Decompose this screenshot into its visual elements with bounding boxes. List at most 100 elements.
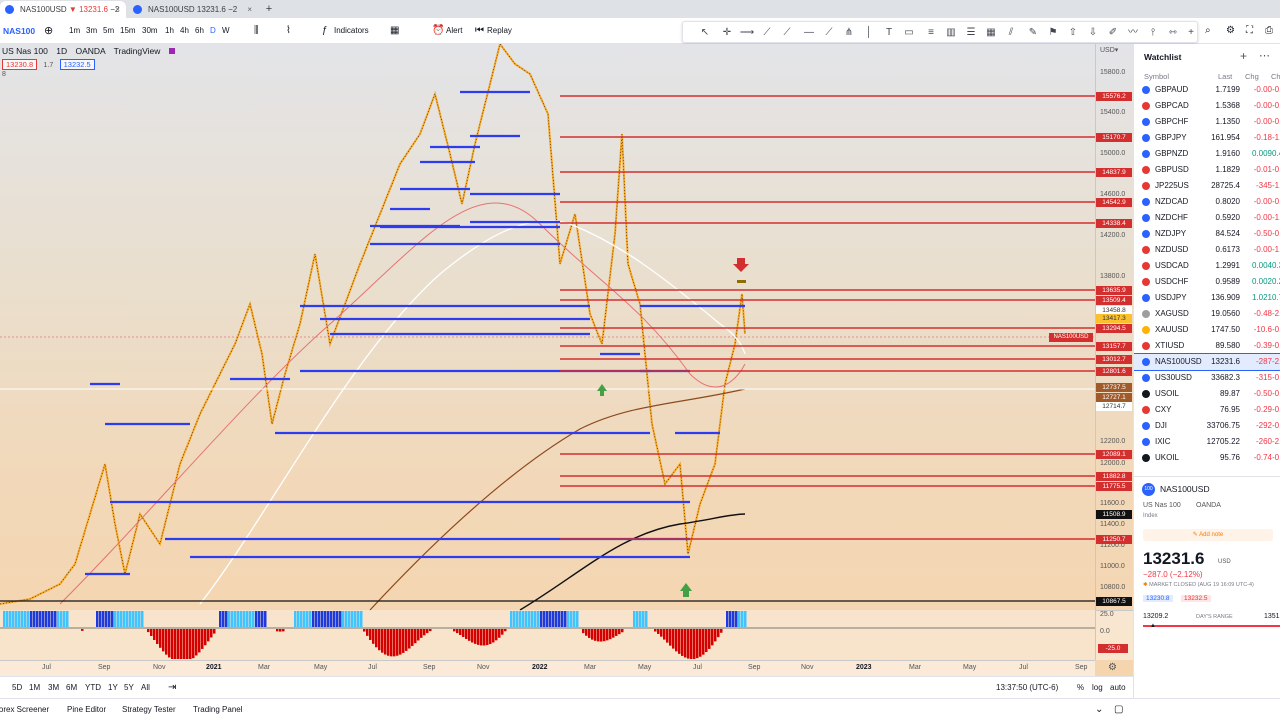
more-options-icon[interactable]: ⋯	[1259, 49, 1270, 62]
watchlist-row[interactable]: NZDCHF 0.5920 -0.00-1.1	[1134, 210, 1280, 226]
brush-icon[interactable]: ✎	[1025, 25, 1041, 41]
fullscreen-icon[interactable]: ⛶	[1246, 18, 1253, 44]
pin-icon[interactable]: ⫯	[1145, 25, 1161, 41]
vertical-line-icon[interactable]: │	[861, 25, 877, 41]
watchlist-row[interactable]: NAS100USD 13231.6 -287-2.1	[1134, 353, 1280, 371]
range-5Y[interactable]: 5Y	[124, 677, 134, 699]
header-last[interactable]: Last	[1218, 72, 1232, 81]
clock-time[interactable]: 13:37:50 (UTC-6)	[996, 677, 1058, 699]
arrow-up-icon[interactable]: ⇧	[1065, 25, 1081, 41]
fib-icon[interactable]: ☰	[963, 25, 979, 41]
watchlist-row[interactable]: USDCHF 0.9589 0.0020.2	[1134, 274, 1280, 290]
watchlist-row[interactable]: DJI 33706.75 -292-0.8	[1134, 418, 1280, 434]
watchlist-row[interactable]: NZDJPY 84.524 -0.50-0.5	[1134, 226, 1280, 242]
alert-button[interactable]: Alert	[446, 18, 462, 44]
price-chart-canvas[interactable]	[0, 44, 1095, 660]
replay-button[interactable]: Replay	[487, 18, 512, 44]
horizontal-line-icon[interactable]: —	[801, 25, 817, 41]
watchlist-row[interactable]: US30USD 33682.3 -315-0.9	[1134, 370, 1280, 386]
maximize-icon[interactable]: ▢	[1114, 699, 1123, 721]
rectangle-icon[interactable]: ▭	[901, 25, 917, 41]
replay-icon[interactable]: ⏮	[475, 18, 484, 44]
crosshair-icon[interactable]: ✛	[719, 25, 735, 41]
compare-icon[interactable]: ⌇	[286, 18, 291, 44]
browser-tab[interactable]: NAS100USD ▼ 13231.6 −2 ×	[0, 1, 126, 18]
chart-area[interactable]: US Nas 100 1D OANDA TradingView 13230.8 …	[0, 44, 1133, 676]
indicators-button[interactable]: Indicators	[334, 18, 369, 44]
browser-tab[interactable]: NAS100USD 13231.6 −2 ×	[128, 1, 258, 18]
range-5D[interactable]: 5D	[12, 677, 22, 699]
interval-15m[interactable]: 15m	[120, 18, 136, 44]
header-symbol[interactable]: Symbol	[1144, 72, 1169, 81]
parallel-channel-icon[interactable]: ⫽	[1003, 25, 1019, 41]
interval-W[interactable]: W	[222, 18, 230, 44]
horizontal-ray-icon[interactable]: ⟶	[739, 25, 755, 41]
interval-5m[interactable]: 5m	[103, 18, 114, 44]
flag-icon[interactable]: ⚑	[1045, 25, 1061, 41]
measure-icon[interactable]: ⇿	[1165, 25, 1181, 41]
watchlist-row[interactable]: XTIUSD 89.580 -0.39-0.4	[1134, 338, 1280, 354]
alert-icon[interactable]: ⏰	[432, 18, 444, 44]
close-tab-icon[interactable]: ×	[115, 1, 120, 18]
chart-type-icon[interactable]: ⫼	[254, 18, 259, 44]
watchlist-row[interactable]: XAUUSD 1747.50 -10.6-0.6	[1134, 322, 1280, 338]
percent-toggle[interactable]: %	[1077, 677, 1084, 699]
interval-30m[interactable]: 30m	[142, 18, 158, 44]
detail-bid[interactable]: 13230.8	[1143, 595, 1173, 602]
channel-icon[interactable]: ≡	[923, 25, 939, 41]
plus-icon[interactable]: +	[1183, 25, 1199, 41]
cursor-icon[interactable]: ↖	[697, 25, 713, 41]
legend-ask-box[interactable]: 13232.5	[59, 59, 95, 70]
watchlist-row[interactable]: XAGUSD 19.0560 -0.48-2.4	[1134, 306, 1280, 322]
price-axis-currency[interactable]: USD▾	[1100, 46, 1118, 54]
symbol-search-button[interactable]: NAS100	[3, 18, 35, 44]
layout-icon[interactable]: ▦	[390, 18, 399, 44]
tab-pine-editor[interactable]: Pine Editor	[67, 699, 106, 721]
watchlist-row[interactable]: GBPUSD 1.1829 -0.01-0.8	[1134, 162, 1280, 178]
interval-D[interactable]: D	[210, 18, 216, 44]
watchlist-row[interactable]: GBPNZD 1.9160 0.0090.4	[1134, 146, 1280, 162]
range-6M[interactable]: 6M	[66, 677, 77, 699]
highlighter-icon[interactable]: ✐	[1105, 25, 1121, 41]
watchlist-title[interactable]: Watchlist	[1144, 52, 1181, 62]
detail-ask[interactable]: 13232.5	[1181, 595, 1211, 602]
add-symbol-icon[interactable]: ⊕	[44, 18, 53, 44]
extended-line-icon[interactable]: ⟋	[821, 25, 837, 41]
watchlist-row[interactable]: GBPCAD 1.5368 -0.00-0.5	[1134, 98, 1280, 114]
close-tab-icon[interactable]: ×	[247, 1, 252, 18]
camera-icon[interactable]: ⎙	[1265, 18, 1273, 44]
watchlist-row[interactable]: NZDCAD 0.8020 -0.00-0.9	[1134, 194, 1280, 210]
interval-1h[interactable]: 1h	[165, 18, 174, 44]
interval-4h[interactable]: 4h	[180, 18, 189, 44]
add-symbol-plus-icon[interactable]: +	[1240, 49, 1247, 63]
legend-bid-box[interactable]: 13230.8	[2, 59, 38, 70]
watchlist-row[interactable]: NZDUSD 0.6173 -0.00-1.3	[1134, 242, 1280, 258]
watchlist-row[interactable]: USDCAD 1.2991 0.0040.3	[1134, 258, 1280, 274]
tab-trading-panel[interactable]: Trading Panel	[193, 699, 243, 721]
grid-icon[interactable]: ▦	[983, 25, 999, 41]
range-All[interactable]: All	[141, 677, 150, 699]
arrow-down-icon[interactable]: ⇩	[1085, 25, 1101, 41]
watchlist-row[interactable]: USOIL 89.87 -0.50-0.5	[1134, 386, 1280, 402]
watchlist-row[interactable]: GBPCHF 1.1350 -0.00-0.5	[1134, 114, 1280, 130]
path-icon[interactable]: 〰	[1125, 25, 1141, 41]
range-YTD[interactable]: YTD	[85, 677, 101, 699]
tab-strategy-tester[interactable]: Strategy Tester	[122, 699, 176, 721]
settings-icon[interactable]: ⚙	[1226, 18, 1235, 44]
watchlist-row[interactable]: JP225US 28725.4 -345-1.1	[1134, 178, 1280, 194]
watchlist-row[interactable]: GBPAUD 1.7199 -0.00-0.3	[1134, 82, 1280, 98]
search-icon[interactable]: ⌕	[1205, 18, 1211, 44]
add-note-button[interactable]: ✎ Add note	[1143, 529, 1273, 541]
range-1M[interactable]: 1M	[29, 677, 40, 699]
ray-icon[interactable]: ⟋	[779, 25, 795, 41]
price-axis[interactable]: USD▾ 15800.0 15400.0 15000.0 14600.0 14200.0…	[1095, 44, 1133, 610]
header-chgp[interactable]: Chg%	[1271, 72, 1280, 81]
goto-date-icon[interactable]: ⇥	[168, 677, 176, 699]
settings-gear-icon[interactable]: ⚙	[1108, 662, 1117, 673]
interval-3m[interactable]: 3m	[86, 18, 97, 44]
collapse-icon[interactable]: ⌄	[1095, 699, 1103, 721]
new-tab-button[interactable]: +	[262, 1, 276, 18]
watchlist-row[interactable]: UKOIL 95.76 -0.74-0.7	[1134, 450, 1280, 466]
indicators-icon[interactable]: ƒ	[322, 18, 328, 44]
pitchfork-icon[interactable]: ⋔	[841, 25, 857, 41]
